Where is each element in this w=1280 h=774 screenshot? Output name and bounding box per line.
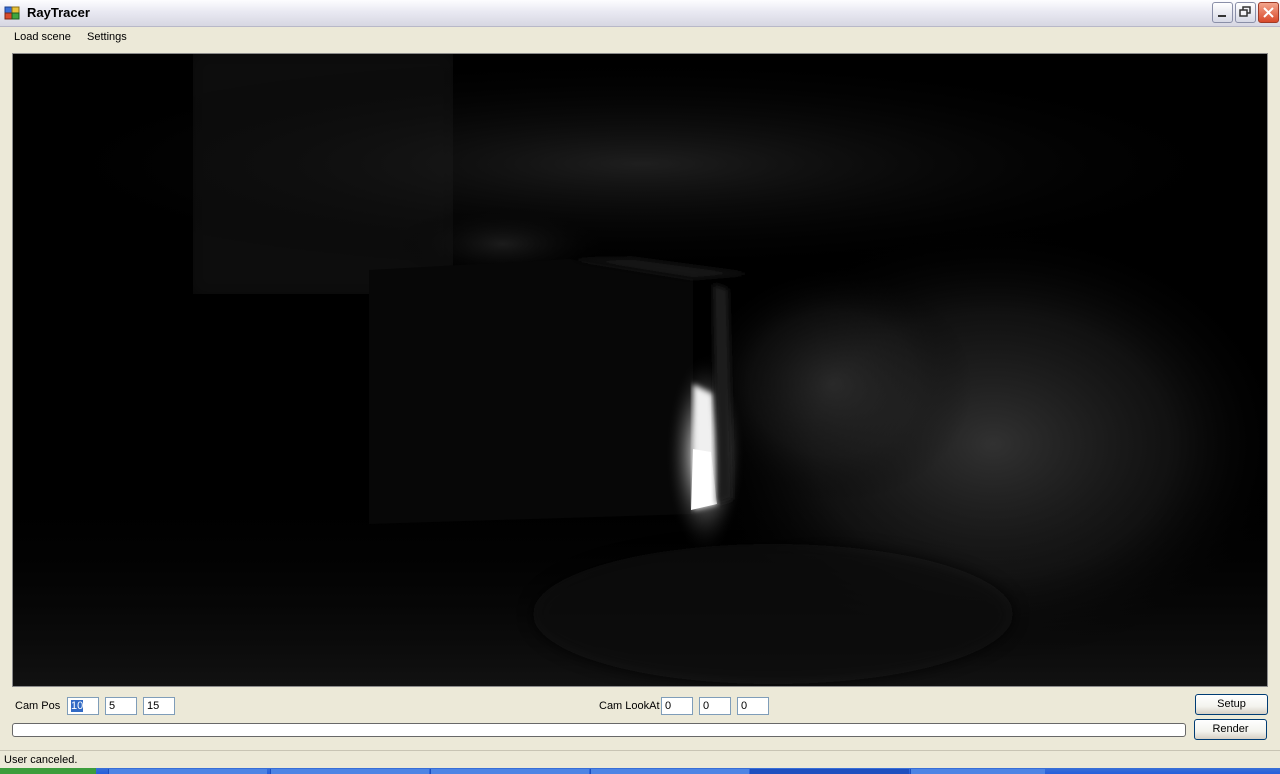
menu-bar: Load scene Settings: [0, 27, 1280, 49]
minimize-button[interactable]: [1212, 2, 1233, 23]
app-icon[interactable]: [4, 5, 20, 21]
cam-lookat-z-input[interactable]: 0: [737, 697, 769, 715]
menu-load-scene[interactable]: Load scene: [14, 31, 71, 43]
cam-pos-x-input[interactable]: 10: [67, 697, 99, 715]
cam-pos-y-input[interactable]: 5: [105, 697, 137, 715]
taskbar: [0, 768, 1280, 774]
menu-settings[interactable]: Settings: [87, 31, 127, 43]
render-viewport: [12, 53, 1268, 687]
close-icon: [1263, 7, 1274, 18]
minimize-icon: [1218, 15, 1226, 17]
title-bar[interactable]: RayTracer: [0, 0, 1280, 27]
cam-lookat-z-value: 0: [741, 700, 748, 712]
restore-button[interactable]: [1235, 2, 1256, 23]
cam-lookat-x-value: 0: [665, 700, 672, 712]
render-progress-bar: [12, 723, 1186, 737]
cam-lookat-y-input[interactable]: 0: [699, 697, 731, 715]
taskbar-item[interactable]: [430, 769, 589, 774]
cam-pos-x-value: 10: [71, 700, 84, 712]
taskbar-item[interactable]: [750, 769, 909, 774]
restore-icon: [1239, 6, 1251, 17]
taskbar-item[interactable]: [108, 769, 267, 774]
cam-pos-z-input[interactable]: 15: [143, 697, 175, 715]
cam-pos-y-value: 5: [109, 700, 116, 712]
cam-lookat-label: Cam LookAt: [599, 700, 660, 712]
cam-lookat-y-value: 0: [703, 700, 710, 712]
taskbar-item[interactable]: [910, 769, 1045, 774]
taskbar-item[interactable]: [270, 769, 429, 774]
taskbar-item[interactable]: [590, 769, 749, 774]
start-button[interactable]: [0, 768, 96, 774]
status-bar: User canceled.: [0, 750, 1280, 769]
close-button[interactable]: [1258, 2, 1279, 23]
status-text: User canceled.: [4, 754, 78, 766]
cam-pos-label: Cam Pos: [15, 700, 61, 712]
setup-button[interactable]: Setup: [1195, 694, 1268, 715]
cam-pos-z-value: 15: [147, 700, 160, 712]
window-title: RayTracer: [27, 5, 90, 20]
rendered-scene: [13, 54, 1267, 686]
cam-lookat-x-input[interactable]: 0: [661, 697, 693, 715]
render-button[interactable]: Render: [1194, 719, 1267, 740]
